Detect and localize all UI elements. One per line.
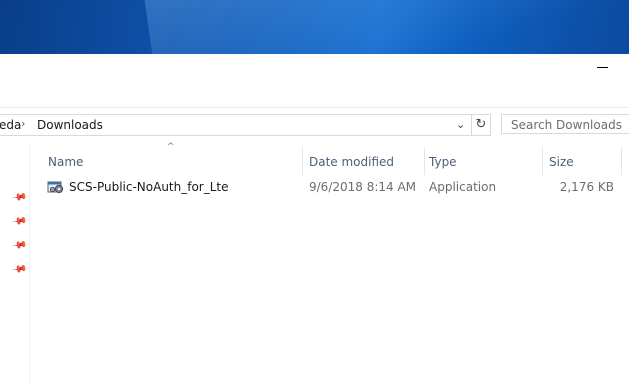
pin-icon[interactable]: 📌 — [11, 213, 28, 229]
breadcrumb-current[interactable]: Downloads — [37, 118, 103, 132]
navigation-pane: 📌 📌 📌 📌 — [0, 145, 30, 383]
search-input[interactable]: Search Downloads — [501, 114, 629, 134]
column-header-name[interactable]: Name — [48, 150, 301, 174]
chevron-down-icon[interactable]: ⌄ — [456, 118, 465, 131]
column-header-date-modified[interactable]: Date modified — [309, 150, 425, 174]
breadcrumb-separator-icon[interactable]: › — [21, 117, 25, 130]
file-size: 2,176 KB — [559, 180, 614, 194]
file-name[interactable]: SCS-Public-NoAuth_for_Lte — [69, 175, 229, 199]
column-divider[interactable] — [424, 147, 425, 175]
column-divider[interactable] — [621, 147, 622, 175]
pin-icon[interactable]: 📌 — [11, 237, 28, 253]
column-divider[interactable] — [542, 147, 543, 175]
ribbon-divider — [0, 107, 629, 108]
minimize-button[interactable] — [597, 67, 608, 68]
column-divider[interactable] — [302, 147, 303, 175]
file-row[interactable]: SCS-Public-NoAuth_for_Lte 9/6/2018 8:14 … — [44, 175, 629, 199]
refresh-button[interactable]: ↻ — [472, 114, 491, 136]
pin-icon[interactable]: 📌 — [11, 261, 28, 277]
wallpaper-light-streak — [144, 0, 629, 54]
file-date-modified: 9/6/2018 8:14 AM — [309, 180, 417, 194]
file-type: Application — [429, 180, 497, 194]
column-header-size[interactable]: Size — [549, 150, 619, 174]
application-icon — [47, 181, 64, 194]
desktop-wallpaper — [0, 0, 629, 54]
breadcrumb-parent[interactable]: eda — [0, 118, 21, 132]
file-explorer-window: eda › Downloads ⌄ ↻ Search Downloads 📌 📌… — [0, 54, 629, 383]
column-header-type[interactable]: Type — [429, 150, 541, 174]
pin-icon[interactable]: 📌 — [11, 189, 28, 205]
address-bar[interactable]: eda › Downloads ⌄ — [0, 114, 472, 136]
